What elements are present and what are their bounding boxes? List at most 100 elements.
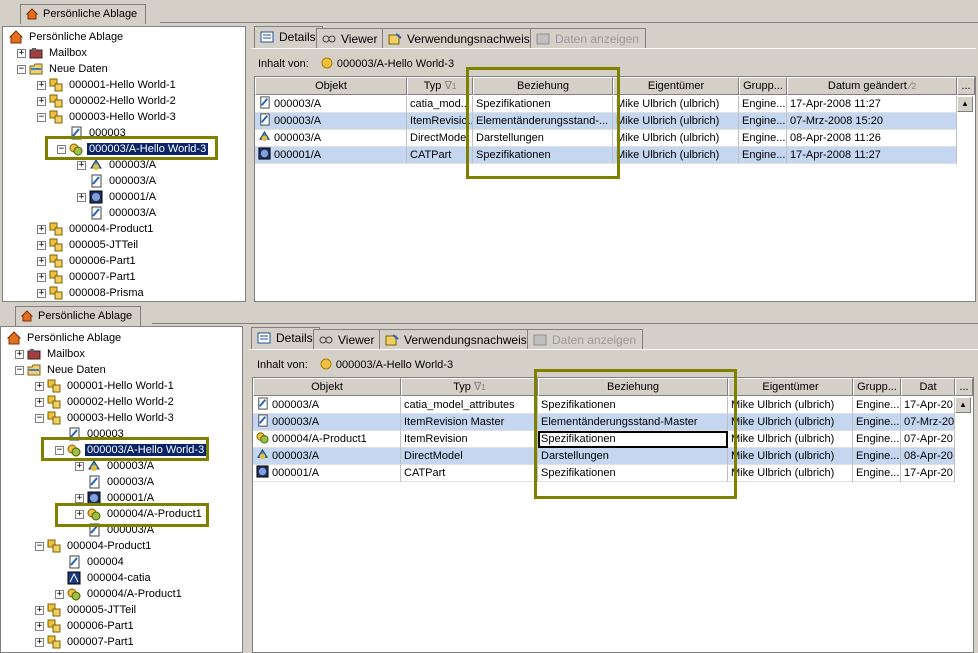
column-header[interactable]: Dat (901, 378, 955, 396)
tree-node[interactable]: 000003-Hello World-3 (49, 109, 178, 125)
table-cell[interactable]: ItemRevisio... (407, 113, 473, 130)
table-cell[interactable]: 000001/A (253, 465, 401, 482)
expand-toggle[interactable]: + (75, 494, 84, 503)
table-cell[interactable]: Mike Ulbrich (ulbrich) (728, 397, 853, 414)
tab-viewer[interactable]: Viewer (316, 28, 385, 48)
column-header[interactable]: Typ ∇1 (401, 378, 538, 396)
tree-node[interactable]: Neue Daten (27, 362, 108, 378)
table-cell[interactable]: Mike Ulbrich (ulbrich) (613, 96, 739, 113)
column-header[interactable]: Beziehung (538, 378, 728, 396)
table-cell[interactable]: 000003/A (253, 397, 401, 414)
tree-node[interactable]: 000004-catia (67, 570, 153, 586)
table-cell[interactable]: catia_model_attributes (401, 397, 538, 414)
table-cell[interactable]: Engine... (739, 130, 787, 147)
table-cell[interactable]: 17-Apr-20 (901, 465, 955, 482)
column-header[interactable]: ... (957, 77, 975, 95)
expand-toggle[interactable]: − (55, 446, 64, 455)
table-cell[interactable]: CATPart (401, 465, 538, 482)
table-cell[interactable]: Engine... (853, 414, 901, 431)
table-cell[interactable]: 000003/A (253, 448, 401, 465)
expand-toggle[interactable]: + (35, 638, 44, 647)
expand-toggle[interactable]: + (15, 350, 24, 359)
tab-verwendungsnachweis[interactable]: Verwendungsnachweis (382, 28, 537, 48)
table-cell[interactable]: Mike Ulbrich (ulbrich) (728, 414, 853, 431)
expand-toggle[interactable]: + (77, 161, 86, 170)
column-header[interactable]: Grupp... (853, 378, 901, 396)
tree-node[interactable]: 000004/A-Product1 (67, 586, 184, 602)
expand-toggle[interactable]: + (75, 462, 84, 471)
expand-toggle[interactable]: + (17, 49, 26, 58)
table-cell[interactable]: ItemRevision Master (401, 414, 538, 431)
tree-node[interactable]: 000003/A (89, 157, 158, 173)
table-cell[interactable]: 17-Apr-2008 11:27 (787, 147, 957, 164)
table-cell[interactable]: Mike Ulbrich (ulbrich) (613, 113, 739, 130)
expand-toggle[interactable]: + (37, 241, 46, 250)
tree-node[interactable]: 000007-Part1 (47, 634, 136, 650)
expand-toggle[interactable]: + (37, 257, 46, 266)
expand-toggle[interactable]: + (35, 382, 44, 391)
tree-node[interactable]: 000003/A (89, 173, 158, 189)
expand-toggle[interactable]: + (37, 225, 46, 234)
table-cell[interactable]: 000003/A (253, 414, 401, 431)
tree-node[interactable]: 000006-Part1 (47, 618, 136, 634)
tree-node[interactable]: 000003/A-Hello World-3 (69, 141, 210, 157)
table-cell[interactable]: DirectModel (407, 130, 473, 147)
table-cell[interactable]: Engine... (739, 96, 787, 113)
table-cell[interactable]: CATPart (407, 147, 473, 164)
expand-toggle[interactable]: + (35, 606, 44, 615)
table-cell[interactable]: 000003/A (255, 113, 407, 130)
table-cell[interactable]: Spezifikationen (538, 431, 728, 448)
table-cell[interactable]: 07-Mrz-2008 15:20 (787, 113, 957, 130)
tab-viewer[interactable]: Viewer (313, 329, 382, 349)
table-cell[interactable]: ItemRevision (401, 431, 538, 448)
tab-details[interactable]: Details (254, 26, 323, 48)
column-header[interactable]: Eigentümer (728, 378, 853, 396)
table-cell[interactable]: 000001/A (255, 147, 407, 164)
table-cell[interactable]: Spezifikationen (473, 96, 613, 113)
expand-toggle[interactable]: + (75, 510, 84, 519)
expand-toggle[interactable]: − (37, 113, 46, 122)
scroll-up-button[interactable]: ▲ (957, 96, 973, 112)
tree-node[interactable]: Mailbox (29, 45, 89, 61)
table-cell[interactable]: 000004/A-Product1 (253, 431, 401, 448)
tree-node[interactable]: 000004 (67, 554, 126, 570)
expand-toggle[interactable]: + (37, 97, 46, 106)
tree-node[interactable]: 000003-Hello World-3 (47, 410, 176, 426)
expand-toggle[interactable]: − (17, 65, 26, 74)
tab-verwendungsnachweis[interactable]: Verwendungsnachweis (379, 329, 534, 349)
tree-node[interactable]: 000003/A (89, 205, 158, 221)
table-cell[interactable]: DirectModel (401, 448, 538, 465)
scroll-up-button[interactable]: ▲ (955, 397, 971, 413)
tree-node[interactable]: Persönliche Ablage (9, 29, 125, 45)
column-header[interactable]: Eigentümer (613, 77, 739, 95)
tree-node[interactable]: 000003 (67, 426, 126, 442)
table-cell[interactable]: Spezifikationen (473, 147, 613, 164)
column-header[interactable]: ... (955, 378, 973, 396)
tree-node[interactable]: 000001/A (87, 490, 156, 506)
expand-toggle[interactable]: + (55, 590, 64, 599)
expand-toggle[interactable]: + (35, 622, 44, 631)
tree-node[interactable]: 000003 (69, 125, 128, 141)
tree-node[interactable]: 000006-Part1 (49, 253, 138, 269)
table-cell[interactable]: Mike Ulbrich (ulbrich) (728, 448, 853, 465)
table-cell[interactable]: 17-Apr-2008 11:27 (787, 96, 957, 113)
table-cell[interactable]: 07-Apr-20 (901, 431, 955, 448)
table-cell[interactable]: Darstellungen (538, 448, 728, 465)
table-cell[interactable]: Engine... (739, 147, 787, 164)
table-cell[interactable]: Mike Ulbrich (ulbrich) (613, 130, 739, 147)
tree-node[interactable]: 000004-Product1 (49, 221, 155, 237)
tree-node[interactable]: 000001/A (89, 189, 158, 205)
tree-node[interactable]: 000001-Hello World-1 (49, 77, 178, 93)
tab-details[interactable]: Details (251, 327, 320, 349)
column-header[interactable]: Datum geändert ⁄2 (787, 77, 957, 95)
expand-toggle[interactable]: − (15, 366, 24, 375)
table-cell[interactable]: 17-Apr-20 (901, 397, 955, 414)
table-cell[interactable]: Spezifikationen (538, 397, 728, 414)
expand-toggle[interactable]: + (77, 193, 86, 202)
tree-node[interactable]: Persönliche Ablage (7, 330, 123, 346)
column-header[interactable]: Typ ∇1 (407, 77, 473, 95)
table-cell[interactable]: 07-Mrz-20 (901, 414, 955, 431)
tree-node[interactable]: Neue Daten (29, 61, 110, 77)
tree-node[interactable]: 000007-Part1 (49, 269, 138, 285)
tree-node[interactable]: 000003/A (87, 522, 156, 538)
